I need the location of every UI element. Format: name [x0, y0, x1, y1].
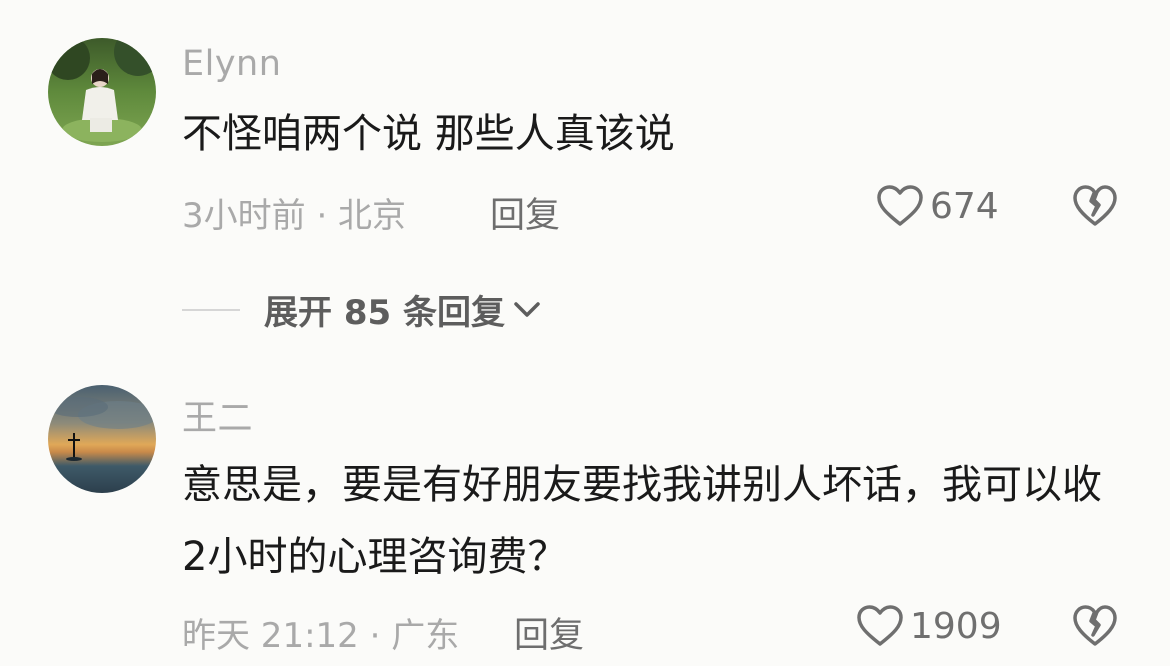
comment-meta: 3小时前 · 北京: [182, 196, 407, 236]
avatar-photo: [48, 385, 156, 493]
reply-button[interactable]: 回复: [514, 607, 584, 658]
avatar[interactable]: [48, 38, 156, 146]
heart-outline-icon: [857, 605, 903, 646]
comment-meta: 昨天 21:12 · 广东: [182, 616, 460, 656]
divider: [182, 308, 240, 311]
dislike-button[interactable]: [1072, 184, 1118, 228]
dislike-button[interactable]: [1072, 604, 1118, 648]
reply-button[interactable]: 回复: [490, 187, 560, 238]
avatar[interactable]: [48, 385, 156, 493]
comment-text: 意思是，要是有好朋友要找我讲别人坏话，我可以收2小时的心理咨询费？: [182, 462, 1102, 580]
heart-outline-icon: [877, 185, 923, 226]
avatar-photo: [48, 38, 156, 146]
username[interactable]: Elynn: [182, 44, 281, 84]
broken-heart-icon: [1073, 605, 1117, 646]
username[interactable]: 王二: [182, 390, 253, 441]
like-button[interactable]: 674: [876, 184, 999, 228]
like-button[interactable]: 1909: [856, 604, 1002, 648]
comment-text: 不怪咱两个说 那些人真该说: [182, 111, 675, 157]
chevron-down-icon: [514, 301, 540, 317]
broken-heart-icon: [1073, 185, 1117, 226]
expand-replies-button[interactable]: 展开 85 条回复: [182, 285, 543, 334]
like-count: 1909: [910, 605, 1002, 647]
expand-replies-label: 展开 85 条回复: [264, 293, 505, 333]
like-count: 674: [930, 185, 999, 227]
